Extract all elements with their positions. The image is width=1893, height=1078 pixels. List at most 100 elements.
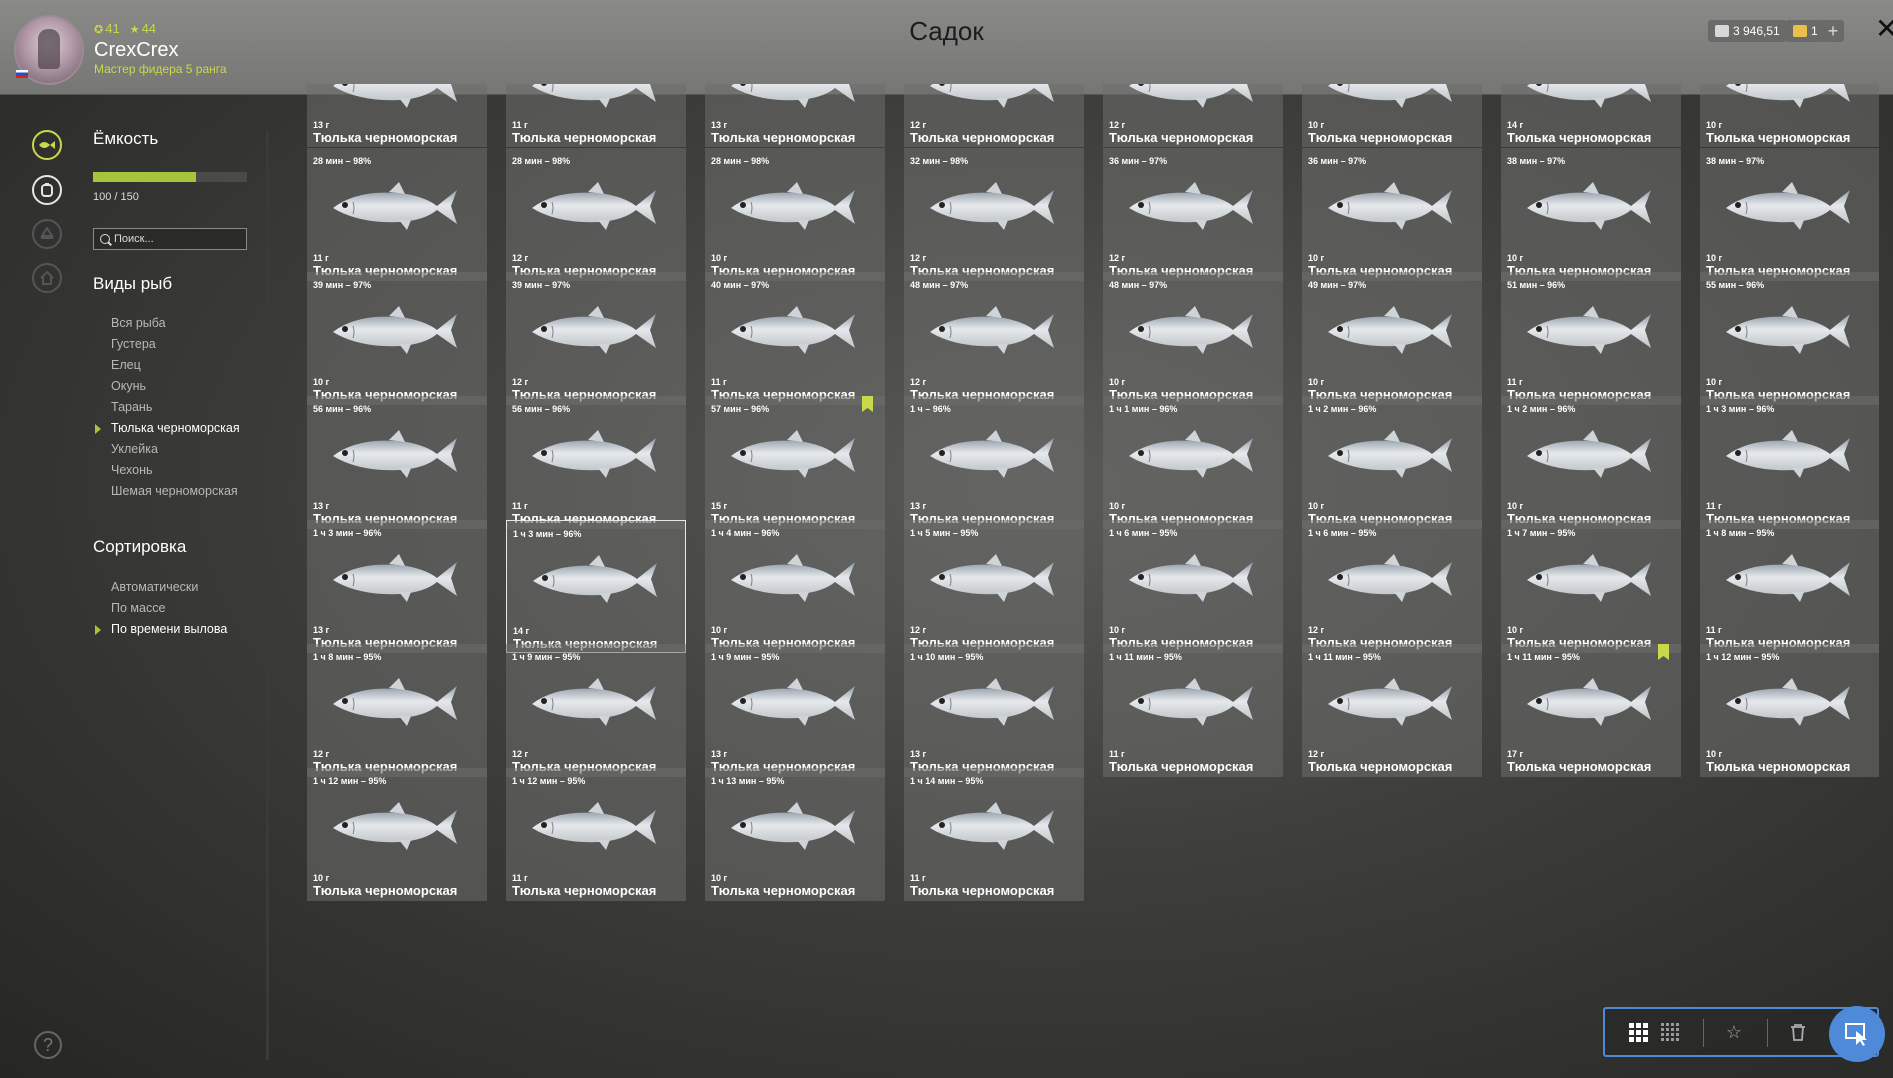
fish-card[interactable]: 32 мин – 98% 12 г Тюлька черноморская	[904, 148, 1084, 281]
fish-card[interactable]: 1 ч 2 мин – 96% 10 г Тюлька черноморская	[1501, 396, 1681, 529]
species-item[interactable]: Шемая черноморская	[111, 484, 271, 498]
search-input[interactable]	[114, 233, 234, 245]
fish-card[interactable]: 48 мин – 97% 10 г Тюлька черноморская	[1103, 272, 1283, 405]
fish-card[interactable]: 1 ч 2 мин – 96% 10 г Тюлька черноморская	[1302, 396, 1482, 529]
silver-coins-icon	[1715, 25, 1729, 37]
fish-card[interactable]: 1 ч 12 мин – 95% 10 г Тюлька черноморская	[1700, 644, 1879, 777]
fish-card[interactable]: 39 мин – 97% 10 г Тюлька черноморская	[307, 272, 487, 405]
sort-option[interactable]: Автоматически	[111, 580, 271, 594]
fish-card[interactable]: 28 мин – 98% 10 г Тюлька черноморская	[705, 148, 885, 281]
fish-card[interactable]: 1 ч 4 мин – 96% 10 г Тюлька черноморская	[705, 520, 885, 653]
large-grid-view-button[interactable]	[1627, 1021, 1649, 1043]
fish-card[interactable]: 57 мин – 96% 15 г Тюлька черноморская	[705, 396, 885, 529]
species-item[interactable]: Окунь	[111, 379, 271, 393]
fish-weight: 10 г	[1109, 377, 1126, 387]
species-item[interactable]: Густера	[111, 337, 271, 351]
fish-card[interactable]: 49 мин – 97% 10 г Тюлька черноморская	[1302, 272, 1482, 405]
fish-card[interactable]: 28 мин – 98% 12 г Тюлька черноморская	[506, 148, 686, 281]
buy-gold-button[interactable]: +	[1822, 20, 1844, 42]
fish-card[interactable]: 28 мин – 98% 11 г Тюлька черноморская	[307, 148, 487, 281]
fish-card[interactable]: 1 ч 7 мин – 95% 10 г Тюлька черноморская	[1501, 520, 1681, 653]
fish-card[interactable]: 11 г Тюлька черноморская	[506, 84, 686, 147]
home-icon[interactable]	[32, 263, 62, 293]
fish-card[interactable]: 14 г Тюлька черноморская	[1501, 84, 1681, 147]
fish-card[interactable]: 36 мин – 97% 12 г Тюлька черноморская	[1103, 148, 1283, 281]
fish-card[interactable]: 40 мин – 97% 11 г Тюлька черноморская	[705, 272, 885, 405]
fish-card[interactable]: 1 ч 11 мин – 95% 17 г Тюлька черноморская	[1501, 644, 1681, 777]
fish-image	[1125, 84, 1257, 114]
fish-name: Тюлька черноморская	[711, 883, 856, 898]
sort-option[interactable]: По массе	[111, 601, 271, 615]
fish-card[interactable]: 48 мин – 97% 12 г Тюлька черноморская	[904, 272, 1084, 405]
sort-option[interactable]: По времени вылова	[95, 622, 271, 636]
fish-card[interactable]: 1 ч 9 мин – 95% 12 г Тюлька черноморская	[506, 644, 686, 777]
fish-card[interactable]: 13 г Тюлька черноморская	[307, 84, 487, 147]
species-item[interactable]: Тюлька черноморская	[95, 421, 271, 435]
fish-card[interactable]: 12 г Тюлька черноморская	[904, 84, 1084, 147]
fish-row: 28 мин – 98% 11 г Тюлька черноморская 28 м…	[307, 148, 1879, 281]
fish-card[interactable]: 38 мин – 97% 10 г Тюлька черноморская	[1501, 148, 1681, 281]
catch-time-freshness: 57 мин – 96%	[711, 404, 770, 414]
fish-weight: 10 г	[1507, 625, 1524, 635]
fish-card[interactable]: 10 г Тюлька черноморская	[1302, 84, 1482, 147]
fish-image	[1722, 300, 1854, 360]
catch-time-freshness: 1 ч 12 мин – 95%	[1706, 652, 1780, 662]
fish-card[interactable]: 51 мин – 96% 11 г Тюлька черноморская	[1501, 272, 1681, 405]
fish-card[interactable]: 1 ч 8 мин – 95% 12 г Тюлька черноморская	[307, 644, 487, 777]
fish-card[interactable]: 1 ч 3 мин – 96% 13 г Тюлька черноморская	[307, 520, 487, 653]
fish-row: 1 ч 8 мин – 95% 12 г Тюлька черноморская 1…	[307, 644, 1879, 777]
fish-card[interactable]: 36 мин – 97% 10 г Тюлька черноморская	[1302, 148, 1482, 281]
fish-card[interactable]: 1 ч 11 мин – 95% 12 г Тюлька черноморская	[1302, 644, 1482, 777]
help-button[interactable]: ?	[34, 1031, 62, 1059]
fish-card[interactable]: 1 ч 12 мин – 95% 10 г Тюлька черноморская	[307, 768, 487, 901]
small-grid-view-button[interactable]	[1659, 1021, 1681, 1043]
fish-card[interactable]: 55 мин – 96% 10 г Тюлька черноморская	[1700, 272, 1879, 405]
fish-card[interactable]: 1 ч 3 мин – 96% 11 г Тюлька черноморская	[1700, 396, 1879, 529]
species-item[interactable]: Чехонь	[111, 463, 271, 477]
fish-image	[329, 176, 461, 236]
fish-image	[528, 300, 660, 360]
fish-weight: 13 г	[711, 120, 728, 130]
fish-card[interactable]: 39 мин – 97% 12 г Тюлька черноморская	[506, 272, 686, 405]
fish-card[interactable]: 1 ч 10 мин – 95% 13 г Тюлька черноморская	[904, 644, 1084, 777]
keepnet-icon[interactable]	[32, 175, 62, 205]
fish-icon[interactable]	[32, 130, 62, 160]
fish-name: Тюлька черноморская	[1109, 130, 1254, 145]
fish-weight: 10 г	[1308, 253, 1325, 263]
fish-card[interactable]: 12 г Тюлька черноморская	[1103, 84, 1283, 147]
fish-card[interactable]: 1 ч 3 мин – 96%14 гТюлька черноморская	[506, 520, 686, 653]
fish-card[interactable]: 13 г Тюлька черноморская	[705, 84, 885, 147]
species-item[interactable]: Уклейка	[111, 442, 271, 456]
fish-card[interactable]: 1 ч 5 мин – 95% 12 г Тюлька черноморская	[904, 520, 1084, 653]
fish-card[interactable]: 56 мин – 96% 13 г Тюлька черноморская	[307, 396, 487, 529]
catch-time-freshness: 1 ч 7 мин – 95%	[1507, 528, 1576, 538]
level-stat: ✪ 41	[94, 21, 120, 36]
fish-card[interactable]: 1 ч 11 мин – 95% 11 г Тюлька черноморская	[1103, 644, 1283, 777]
species-item[interactable]: Тарань	[111, 400, 271, 414]
favorite-button[interactable]: ☆	[1723, 1021, 1745, 1043]
fish-card[interactable]: 1 ч 9 мин – 95% 13 г Тюлька черноморская	[705, 644, 885, 777]
fish-weight: 13 г	[711, 749, 728, 759]
select-mode-button[interactable]	[1829, 1006, 1885, 1062]
fish-card[interactable]: 56 мин – 96% 11 г Тюлька черноморская	[506, 396, 686, 529]
fish-weight: 12 г	[512, 749, 529, 759]
fish-card[interactable]: 1 ч 14 мин – 95% 11 г Тюлька черноморская	[904, 768, 1084, 901]
fish-name: Тюлька черноморская	[910, 130, 1055, 145]
fish-card[interactable]: 1 ч 12 мин – 95% 11 г Тюлька черноморская	[506, 768, 686, 901]
fish-card[interactable]: 1 ч 8 мин – 95% 11 г Тюлька черноморская	[1700, 520, 1879, 653]
boat-icon[interactable]	[32, 219, 62, 249]
fish-card[interactable]: 10 г Тюлька черноморская	[1700, 84, 1879, 147]
fish-card[interactable]: 38 мин – 97% 10 г Тюлька черноморская	[1700, 148, 1879, 281]
fish-card[interactable]: 1 ч 6 мин – 95% 12 г Тюлька черноморская	[1302, 520, 1482, 653]
species-item[interactable]: Вся рыба	[111, 316, 271, 330]
fish-image	[926, 424, 1058, 484]
fish-card[interactable]: 1 ч 1 мин – 96% 10 г Тюлька черноморская	[1103, 396, 1283, 529]
delete-button[interactable]	[1787, 1021, 1809, 1043]
species-item[interactable]: Елец	[111, 358, 271, 372]
fish-card[interactable]: 1 ч 13 мин – 95% 10 г Тюлька черноморская	[705, 768, 885, 901]
search-box[interactable]	[93, 228, 247, 250]
fish-image	[1523, 672, 1655, 732]
fish-card[interactable]: 1 ч 6 мин – 95% 10 г Тюлька черноморская	[1103, 520, 1283, 653]
fish-card[interactable]: 1 ч – 96% 13 г Тюлька черноморская	[904, 396, 1084, 529]
close-button[interactable]: ✕	[1875, 14, 1893, 44]
